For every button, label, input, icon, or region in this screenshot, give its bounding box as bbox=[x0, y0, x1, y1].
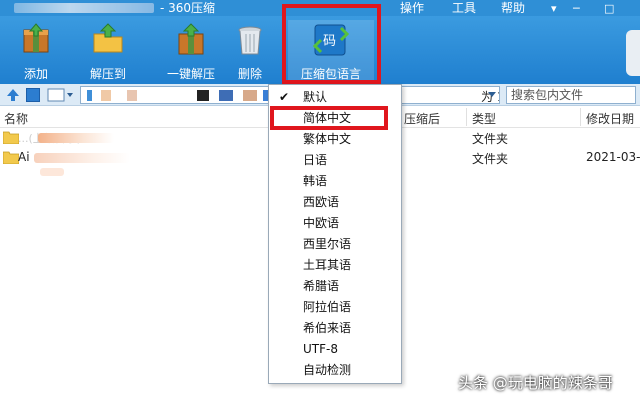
column-type[interactable]: 类型 bbox=[472, 110, 496, 127]
folder-icon bbox=[3, 131, 19, 144]
language-item-korean[interactable]: 韩语 bbox=[270, 171, 400, 192]
add-archive-icon bbox=[23, 23, 49, 53]
column-modified[interactable]: 修改日期 bbox=[586, 110, 634, 127]
language-item-greek[interactable]: 希腊语 bbox=[270, 276, 400, 297]
extract-to-icon bbox=[93, 23, 123, 53]
one-click-extract-button[interactable]: 一键解压 bbox=[156, 20, 226, 81]
language-item-hebrew[interactable]: 希伯来语 bbox=[270, 318, 400, 339]
language-item-auto-detect[interactable]: 自动检测 bbox=[270, 360, 400, 381]
extract-to-button[interactable]: 解压到 bbox=[78, 20, 138, 81]
title-filename-redacted bbox=[14, 3, 154, 13]
view-mode-icon[interactable] bbox=[26, 88, 40, 102]
menu-help[interactable]: 帮助 bbox=[501, 0, 525, 16]
highlight-box-language-button bbox=[282, 4, 381, 84]
one-click-extract-icon bbox=[178, 23, 204, 55]
language-item-japanese[interactable]: 日语 bbox=[270, 150, 400, 171]
column-name[interactable]: 名称 bbox=[4, 110, 28, 127]
add-button[interactable]: 添加 bbox=[6, 20, 66, 81]
language-item-turkish[interactable]: 土耳其语 bbox=[270, 255, 400, 276]
trash-icon bbox=[238, 26, 262, 55]
language-item-western-european[interactable]: 西欧语 bbox=[270, 192, 400, 213]
path-redacted bbox=[87, 90, 273, 101]
language-item-cyrillic[interactable]: 西里尔语 bbox=[270, 234, 400, 255]
language-item-arabic[interactable]: 阿拉伯语 bbox=[270, 297, 400, 318]
file-type: 文件夹 bbox=[472, 152, 509, 166]
watermark: 头条 @玩电脑的辣条哥 bbox=[458, 374, 613, 392]
language-item-central-european[interactable]: 中欧语 bbox=[270, 213, 400, 234]
highlight-box-simplified-chinese bbox=[270, 106, 388, 130]
path-dropdown-icon[interactable] bbox=[485, 88, 499, 100]
window-title: - 360压缩 bbox=[160, 1, 216, 15]
column-compressed[interactable]: 压缩后 bbox=[404, 110, 440, 127]
language-item-utf8[interactable]: UTF-8 bbox=[270, 339, 400, 360]
name-redacted bbox=[38, 133, 114, 143]
language-item-default[interactable]: 默认 bbox=[270, 87, 400, 108]
toolbar-overflow[interactable] bbox=[626, 30, 640, 76]
menu-operate[interactable]: 操作 bbox=[400, 0, 424, 16]
delete-button[interactable]: 删除 bbox=[220, 20, 280, 81]
file-type: 文件夹 bbox=[472, 132, 509, 146]
folder-icon bbox=[3, 151, 19, 164]
menu-dropdown-icon[interactable]: ▾ bbox=[551, 2, 557, 15]
language-item-traditional-chinese[interactable]: 繁体中文 bbox=[270, 129, 400, 150]
search-input[interactable]: 搜索包内文件 bbox=[506, 86, 636, 104]
up-arrow-icon[interactable] bbox=[6, 88, 20, 102]
file-modified: 2021-03-1 bbox=[586, 150, 640, 164]
file-name: Ai bbox=[18, 150, 30, 164]
name-redacted bbox=[34, 153, 130, 163]
redaction-blob bbox=[40, 168, 64, 176]
view-dropdown-icon[interactable] bbox=[46, 87, 74, 103]
menu-tools[interactable]: 工具 bbox=[452, 0, 476, 16]
minimize-icon[interactable]: ─ bbox=[573, 2, 580, 15]
maximize-icon[interactable]: □ bbox=[604, 2, 614, 15]
